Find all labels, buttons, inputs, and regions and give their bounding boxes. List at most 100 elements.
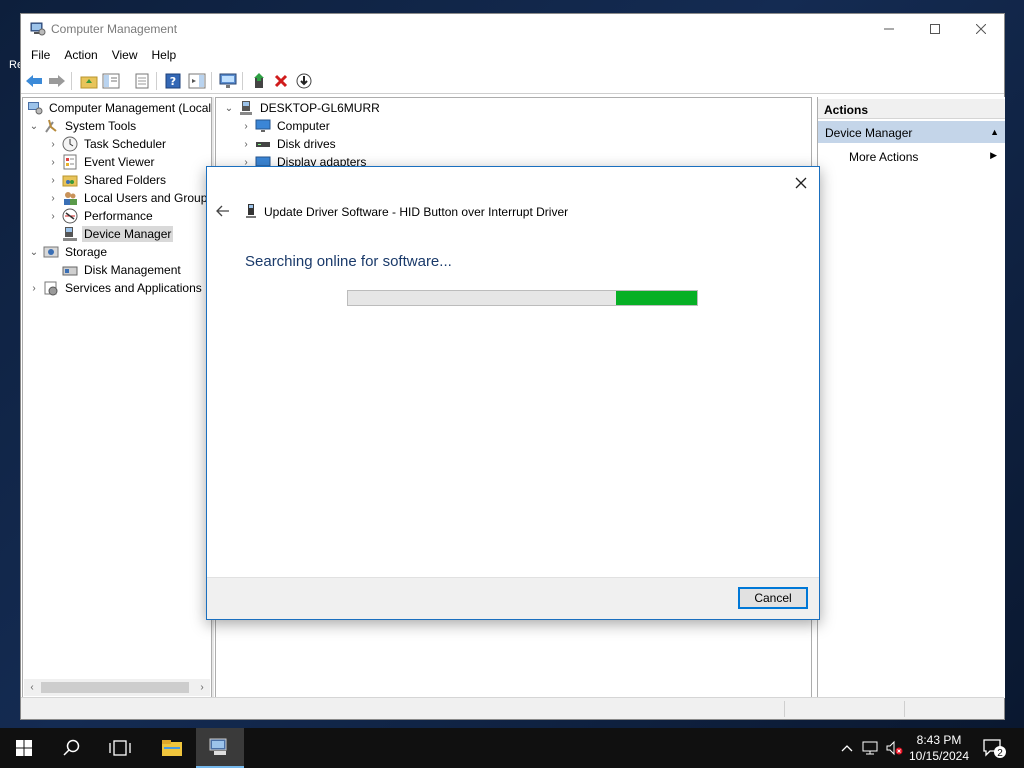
chevron-down-icon[interactable]: ⌄ bbox=[26, 121, 42, 132]
notification-icon: 2 bbox=[983, 739, 1006, 759]
help-icon[interactable]: ? bbox=[163, 71, 183, 91]
up-folder-icon[interactable] bbox=[79, 71, 99, 91]
maximize-button[interactable] bbox=[912, 14, 958, 44]
scroll-right-arrow-icon[interactable]: › bbox=[194, 679, 210, 696]
action-center-button[interactable]: 2 bbox=[980, 736, 1008, 760]
title-bar[interactable]: Computer Management bbox=[21, 14, 1004, 44]
back-icon[interactable] bbox=[24, 71, 44, 91]
scroll-left-arrow-icon[interactable]: ‹ bbox=[24, 679, 40, 696]
search-icon bbox=[63, 739, 80, 756]
actions-section-label: Device Manager bbox=[825, 126, 913, 140]
volume-muted-icon[interactable] bbox=[885, 739, 903, 757]
back-arrow-icon[interactable] bbox=[214, 203, 232, 219]
chevron-right-icon[interactable]: › bbox=[45, 139, 61, 150]
disk-drive-icon bbox=[254, 136, 272, 152]
dialog-footer: Cancel bbox=[207, 577, 819, 619]
actions-section-device-manager[interactable]: Device Manager ▲ bbox=[818, 121, 1005, 143]
task-view-icon bbox=[109, 740, 131, 756]
device-root[interactable]: ⌄ DESKTOP-GL6MURR bbox=[221, 99, 382, 117]
window-title: Computer Management bbox=[51, 22, 178, 36]
more-actions-link[interactable]: More Actions bbox=[849, 150, 918, 164]
file-explorer-icon bbox=[162, 740, 182, 756]
disk-management-icon bbox=[61, 262, 79, 278]
tree-item-event-viewer[interactable]: › Event Viewer bbox=[45, 153, 156, 171]
start-button[interactable] bbox=[0, 728, 48, 768]
dialog-title: Update Driver Software - HID Button over… bbox=[264, 205, 569, 219]
chevron-right-icon[interactable]: › bbox=[26, 283, 42, 294]
hid-device-icon bbox=[246, 204, 256, 218]
chevron-right-icon[interactable]: › bbox=[238, 139, 254, 150]
users-icon bbox=[61, 190, 79, 206]
collapse-up-icon[interactable]: ▲ bbox=[990, 127, 999, 137]
actions-pane: Actions Device Manager ▲ More Actions ▶ bbox=[817, 97, 1005, 698]
menu-file[interactable]: File bbox=[24, 46, 57, 64]
tree-item-task-scheduler[interactable]: › Task Scheduler bbox=[45, 135, 168, 153]
chevron-right-icon[interactable]: › bbox=[45, 157, 61, 168]
chevron-right-icon[interactable]: › bbox=[45, 175, 61, 186]
dialog-close-icon[interactable] bbox=[791, 173, 811, 193]
tree-item-local-users-and-groups[interactable]: › Local Users and Groups bbox=[45, 189, 215, 207]
toolbar: ? bbox=[21, 67, 1004, 94]
windows-logo-icon bbox=[16, 740, 32, 756]
file-explorer-button[interactable] bbox=[148, 728, 196, 768]
task-view-button[interactable] bbox=[96, 728, 144, 768]
submenu-arrow-icon[interactable]: ▶ bbox=[990, 150, 997, 161]
computer-management-icon bbox=[209, 738, 227, 755]
menu-view[interactable]: View bbox=[105, 46, 145, 64]
clock-icon bbox=[61, 136, 79, 152]
computer-management-taskbar-button[interactable] bbox=[196, 728, 244, 768]
status-bar bbox=[21, 697, 1004, 719]
console-tree: Computer Management (Local ⌄ System Tool… bbox=[22, 97, 215, 698]
dialog-status-heading: Searching online for software... bbox=[245, 253, 452, 270]
progress-marquee-segment bbox=[616, 291, 697, 305]
update-driver-dialog: Update Driver Software - HID Button over… bbox=[206, 166, 820, 620]
chevron-right-icon[interactable]: › bbox=[45, 211, 61, 222]
chevron-right-icon[interactable]: › bbox=[45, 193, 61, 204]
tree-horizontal-scrollbar[interactable]: ‹ › bbox=[24, 679, 210, 696]
properties-icon[interactable] bbox=[132, 71, 152, 91]
menu-action[interactable]: Action bbox=[57, 46, 104, 64]
device-category-computer[interactable]: › Computer bbox=[238, 117, 332, 135]
tree-item-storage[interactable]: ⌄ Storage bbox=[26, 243, 109, 261]
close-button[interactable] bbox=[958, 14, 1004, 44]
clock-time: 8:43 PM bbox=[916, 733, 962, 747]
shared-folder-icon bbox=[61, 172, 79, 188]
storage-icon bbox=[42, 244, 60, 260]
tree-item-performance[interactable]: › Performance bbox=[45, 207, 155, 225]
chevron-down-icon[interactable]: ⌄ bbox=[221, 103, 237, 114]
svg-text:?: ? bbox=[170, 75, 176, 88]
tree-item-disk-management[interactable]: Disk Management bbox=[61, 261, 183, 279]
show-hide-action-pane-icon[interactable] bbox=[187, 71, 207, 91]
device-category-disk-drives[interactable]: › Disk drives bbox=[238, 135, 338, 153]
tree-item-services-and-applications[interactable]: › Services and Applications bbox=[26, 279, 204, 297]
cancel-button[interactable]: Cancel bbox=[738, 587, 808, 609]
computer-monitor-icon[interactable] bbox=[218, 71, 238, 91]
show-hide-tree-icon[interactable] bbox=[101, 71, 121, 91]
tree-item-system-tools[interactable]: ⌄ System Tools bbox=[26, 117, 138, 135]
chevron-down-icon[interactable]: ⌄ bbox=[26, 247, 42, 258]
search-button[interactable] bbox=[48, 728, 96, 768]
chevron-right-icon[interactable]: › bbox=[238, 121, 254, 132]
forward-icon[interactable] bbox=[47, 71, 67, 91]
scrollbar-thumb[interactable] bbox=[41, 682, 189, 693]
network-icon[interactable] bbox=[862, 739, 880, 757]
search-progress-bar bbox=[347, 290, 698, 306]
show-hidden-icons-icon[interactable] bbox=[838, 739, 856, 757]
services-icon bbox=[42, 280, 60, 296]
menu-bar: File Action View Help bbox=[21, 44, 1004, 66]
system-tools-icon bbox=[42, 118, 60, 134]
minimize-button[interactable] bbox=[866, 14, 912, 44]
scan-hardware-icon[interactable] bbox=[294, 71, 314, 91]
system-clock[interactable]: 8:43 PM 10/15/2024 bbox=[903, 732, 975, 764]
tree-item-shared-folders[interactable]: › Shared Folders bbox=[45, 171, 168, 189]
computer-management-icon bbox=[26, 100, 44, 116]
tree-item-device-manager[interactable]: Device Manager bbox=[61, 225, 174, 243]
uninstall-icon[interactable] bbox=[271, 71, 291, 91]
update-driver-icon[interactable] bbox=[249, 71, 269, 91]
notification-count: 2 bbox=[997, 748, 1003, 759]
tree-item-computer-management[interactable]: Computer Management (Local bbox=[26, 99, 213, 117]
menu-help[interactable]: Help bbox=[145, 46, 184, 64]
computer-icon bbox=[237, 100, 255, 116]
performance-icon bbox=[61, 208, 79, 224]
clock-date: 10/15/2024 bbox=[908, 749, 970, 763]
